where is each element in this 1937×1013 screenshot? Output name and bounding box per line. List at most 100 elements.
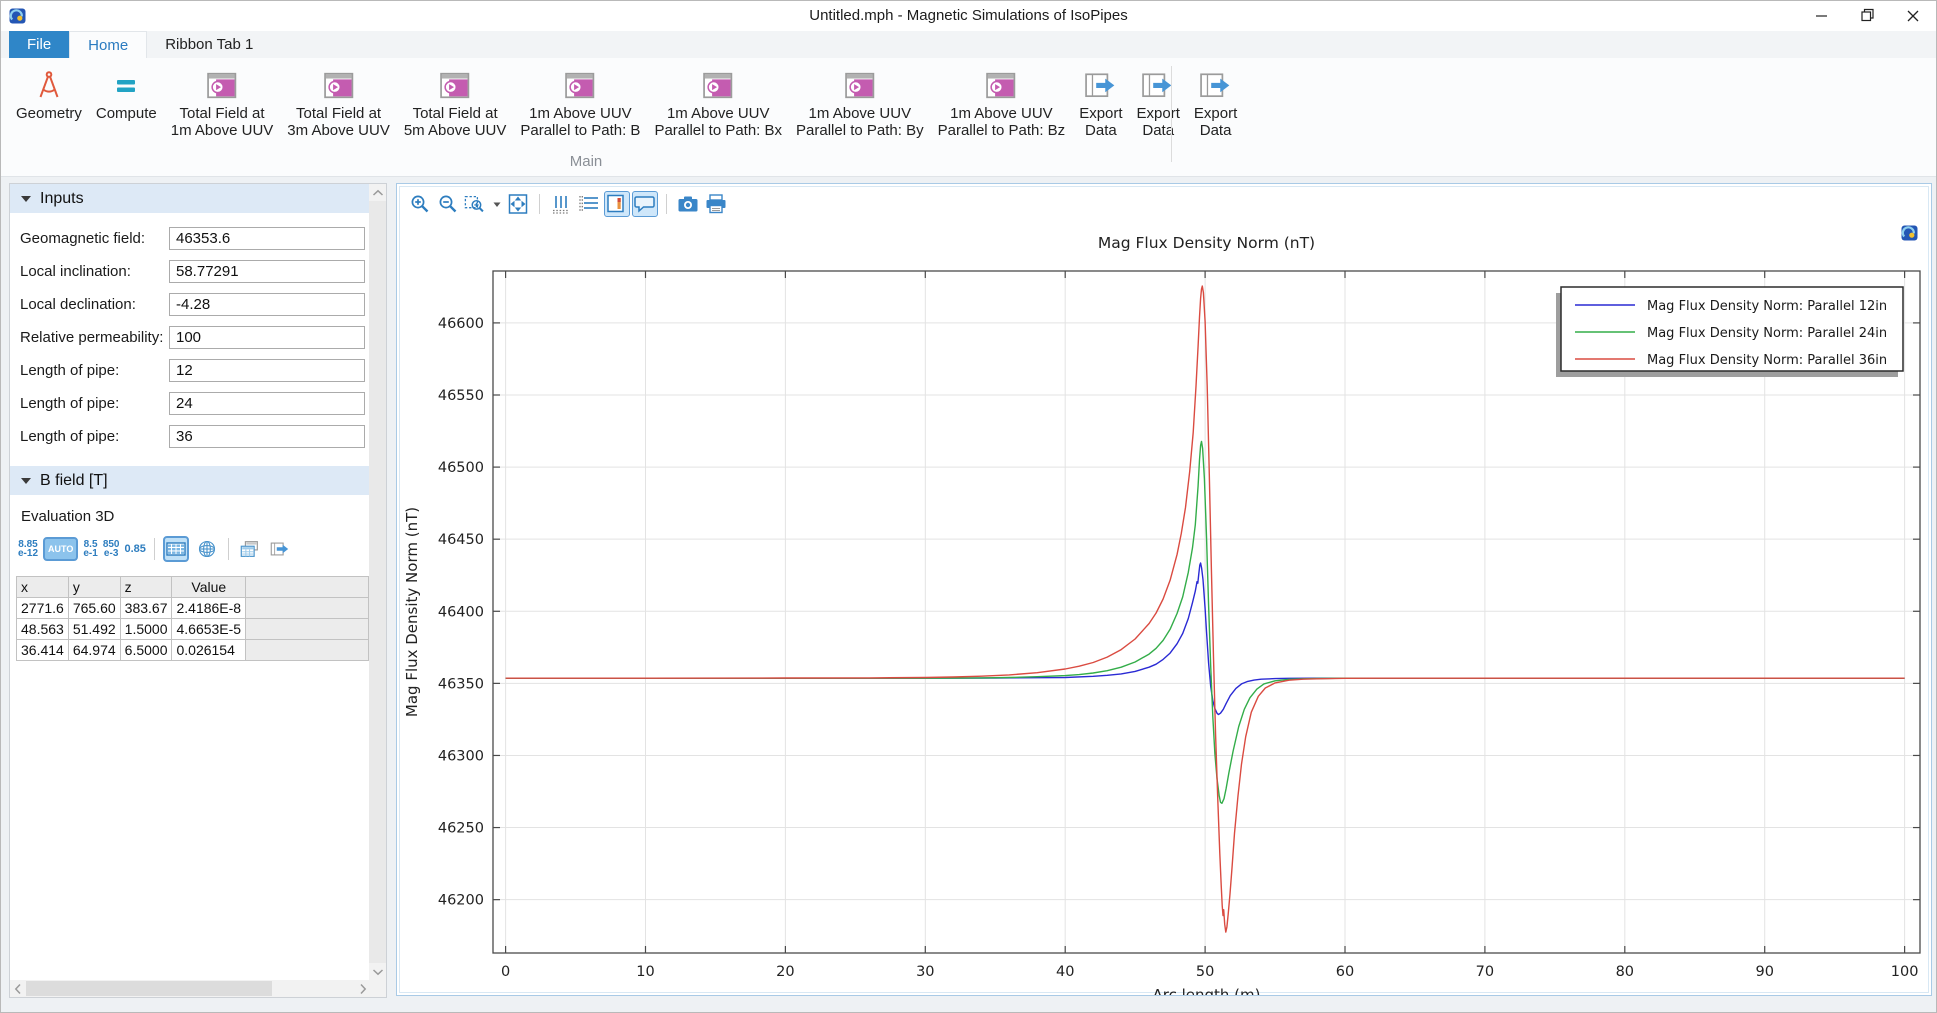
table-row[interactable]: 2771.6765.60383.672.4186E-8 (17, 598, 369, 619)
comsol-logo-icon[interactable] (1901, 225, 1918, 241)
x-axis-grid-icon[interactable] (548, 191, 574, 217)
relative-permeability-input[interactable] (169, 326, 365, 349)
svg-text:20: 20 (776, 964, 794, 980)
tooltip-toggle-icon[interactable] (632, 191, 658, 217)
tab-ribbon-tab-1[interactable]: Ribbon Tab 1 (147, 31, 271, 58)
export-data-icon (1200, 65, 1232, 105)
ribbon-button-export-data[interactable]: ExportData (1187, 63, 1244, 141)
window-title: Untitled.mph - Magnetic Simulations of I… (1, 1, 1936, 31)
local-inclination-input[interactable] (169, 260, 365, 283)
form-row-local-declination: Local declination: (20, 292, 365, 316)
ribbon-button-total-field-at-3m-above-uuv[interactable]: Total Field at3m Above UUV (280, 63, 397, 141)
tab-file[interactable]: File (9, 31, 69, 58)
svg-text:100: 100 (1891, 964, 1919, 980)
toolbar-separator (666, 194, 667, 214)
ribbon-button-export-data[interactable]: ExportData (1130, 63, 1187, 141)
vertical-scrollbar[interactable] (369, 184, 386, 980)
table-cell[interactable]: 6.5000 (120, 640, 172, 661)
table-cell[interactable]: 64.974 (68, 640, 120, 661)
length-of-pipe-input[interactable] (169, 359, 365, 382)
table-cell[interactable]: 4.6653E-5 (172, 619, 246, 640)
field-label: Geomagnetic field: (20, 230, 145, 247)
ribbon-button-total-field-at-1m-above-uuv[interactable]: Total Field at1m Above UUV (164, 63, 281, 141)
table-cell[interactable]: 36.414 (17, 640, 69, 661)
unit-plain-icon[interactable]: 0.85 (125, 545, 146, 554)
dropdown-caret-icon[interactable] (491, 191, 503, 217)
unit-si-icon[interactable]: 8.85e-12 (18, 540, 38, 558)
local-declination-input[interactable] (169, 293, 365, 316)
scrollbar-thumb[interactable] (26, 981, 272, 996)
bfield-section-header[interactable]: B field [T] (10, 466, 369, 495)
zoom-box-icon[interactable] (463, 191, 489, 217)
geomagnetic-field-input[interactable] (169, 227, 365, 250)
unit-milli-icon[interactable]: 850e-3 (103, 540, 120, 558)
column-header-value[interactable]: Value (172, 577, 246, 598)
main-content: Inputs Geomagnetic field:Local inclinati… (1, 178, 1936, 1013)
unit-deci-icon[interactable]: 8.5e-1 (83, 540, 97, 558)
svg-text:46250: 46250 (438, 821, 484, 837)
zoom-in-icon[interactable] (407, 191, 433, 217)
table-cell[interactable]: 2.4186E-8 (172, 598, 246, 619)
ribbon-button-1m-above-uuv-parallel-to-path-bx[interactable]: 1m Above UUVParallel to Path: Bx (647, 63, 789, 141)
plot-window-icon (845, 65, 875, 105)
ribbon-button-export-data[interactable]: ExportData (1072, 63, 1129, 141)
ribbon-button-1m-above-uuv-parallel-to-path-b[interactable]: 1m Above UUVParallel to Path: B (513, 63, 647, 141)
ribbon-button-geometry[interactable]: Geometry (9, 63, 89, 124)
table-cell[interactable]: 48.563 (17, 619, 69, 640)
ribbon-button-label: 1m Above UUVParallel to Path: Bx (654, 105, 782, 139)
table-cell[interactable]: 383.67 (120, 598, 172, 619)
table-cell[interactable]: 2771.6 (17, 598, 69, 619)
inputs-section-header[interactable]: Inputs (10, 184, 369, 213)
plot-canvas[interactable]: 0102030405060708090100462004625046300463… (399, 221, 1929, 995)
zoom-extents-icon[interactable] (505, 191, 531, 217)
scroll-down-button[interactable] (369, 963, 386, 980)
scroll-left-button[interactable] (10, 980, 26, 997)
svg-text:46200: 46200 (438, 893, 484, 909)
ribbon-button-label: ExportData (1137, 105, 1180, 139)
length-of-pipe-input[interactable] (169, 392, 365, 415)
ribbon-button-1m-above-uuv-parallel-to-path-bz[interactable]: 1m Above UUVParallel to Path: Bz (931, 63, 1073, 141)
print-icon[interactable] (703, 191, 729, 217)
inputs-section-title: Inputs (40, 190, 84, 208)
result-table[interactable]: xyzValue2771.6765.60383.672.4186E-848.56… (16, 576, 369, 661)
tab-home[interactable]: Home (69, 31, 147, 58)
form-row-length-of-pipe: Length of pipe: (20, 391, 365, 415)
y-axis-grid-icon[interactable] (576, 191, 602, 217)
close-button[interactable] (1890, 1, 1936, 31)
table-cell[interactable]: 1.5000 (120, 619, 172, 640)
table-row[interactable]: 36.41464.9746.50000.026154 (17, 640, 369, 661)
settings-panel: Inputs Geomagnetic field:Local inclinati… (9, 183, 387, 998)
export-table-icon[interactable] (268, 536, 294, 562)
column-header-y[interactable]: y (68, 577, 120, 598)
ribbon-button-1m-above-uuv-parallel-to-path-by[interactable]: 1m Above UUVParallel to Path: By (789, 63, 931, 141)
ribbon-button-label: Geometry (16, 105, 82, 122)
ribbon-button-total-field-at-5m-above-uuv[interactable]: Total Field at5m Above UUV (397, 63, 514, 141)
horizontal-scrollbar[interactable] (10, 980, 371, 997)
svg-text:46550: 46550 (438, 388, 484, 404)
svg-text:46350: 46350 (438, 676, 484, 692)
table-cell-filler (246, 598, 369, 619)
copy-table-icon[interactable] (237, 536, 263, 562)
snapshot-icon[interactable] (675, 191, 701, 217)
auto-unit-button[interactable]: AUTO (43, 537, 78, 561)
restore-button[interactable] (1844, 1, 1890, 31)
legend: Mag Flux Density Norm: Parallel 12inMag … (1556, 287, 1903, 377)
column-header-z[interactable]: z (120, 577, 172, 598)
length-of-pipe-input[interactable] (169, 425, 365, 448)
scroll-up-button[interactable] (369, 184, 386, 201)
legend-toggle-icon[interactable] (604, 191, 630, 217)
table-view-icon[interactable] (163, 536, 189, 562)
table-cell[interactable]: 51.492 (68, 619, 120, 640)
table-cell[interactable]: 765.60 (68, 598, 120, 619)
ribbon-button-compute[interactable]: Compute (89, 63, 164, 124)
toolbar-separator (539, 194, 540, 214)
ribbon-button-label: Total Field at3m Above UUV (287, 105, 390, 139)
table-cell[interactable]: 0.026154 (172, 640, 246, 661)
zoom-out-icon[interactable] (435, 191, 461, 217)
globe-view-icon[interactable] (194, 536, 220, 562)
ribbon-group-label: Main (1, 153, 1171, 170)
column-header-x[interactable]: x (17, 577, 69, 598)
form-row-geomagnetic-field: Geomagnetic field: (20, 226, 365, 250)
table-row[interactable]: 48.56351.4921.50004.6653E-5 (17, 619, 369, 640)
minimize-button[interactable] (1798, 1, 1844, 31)
